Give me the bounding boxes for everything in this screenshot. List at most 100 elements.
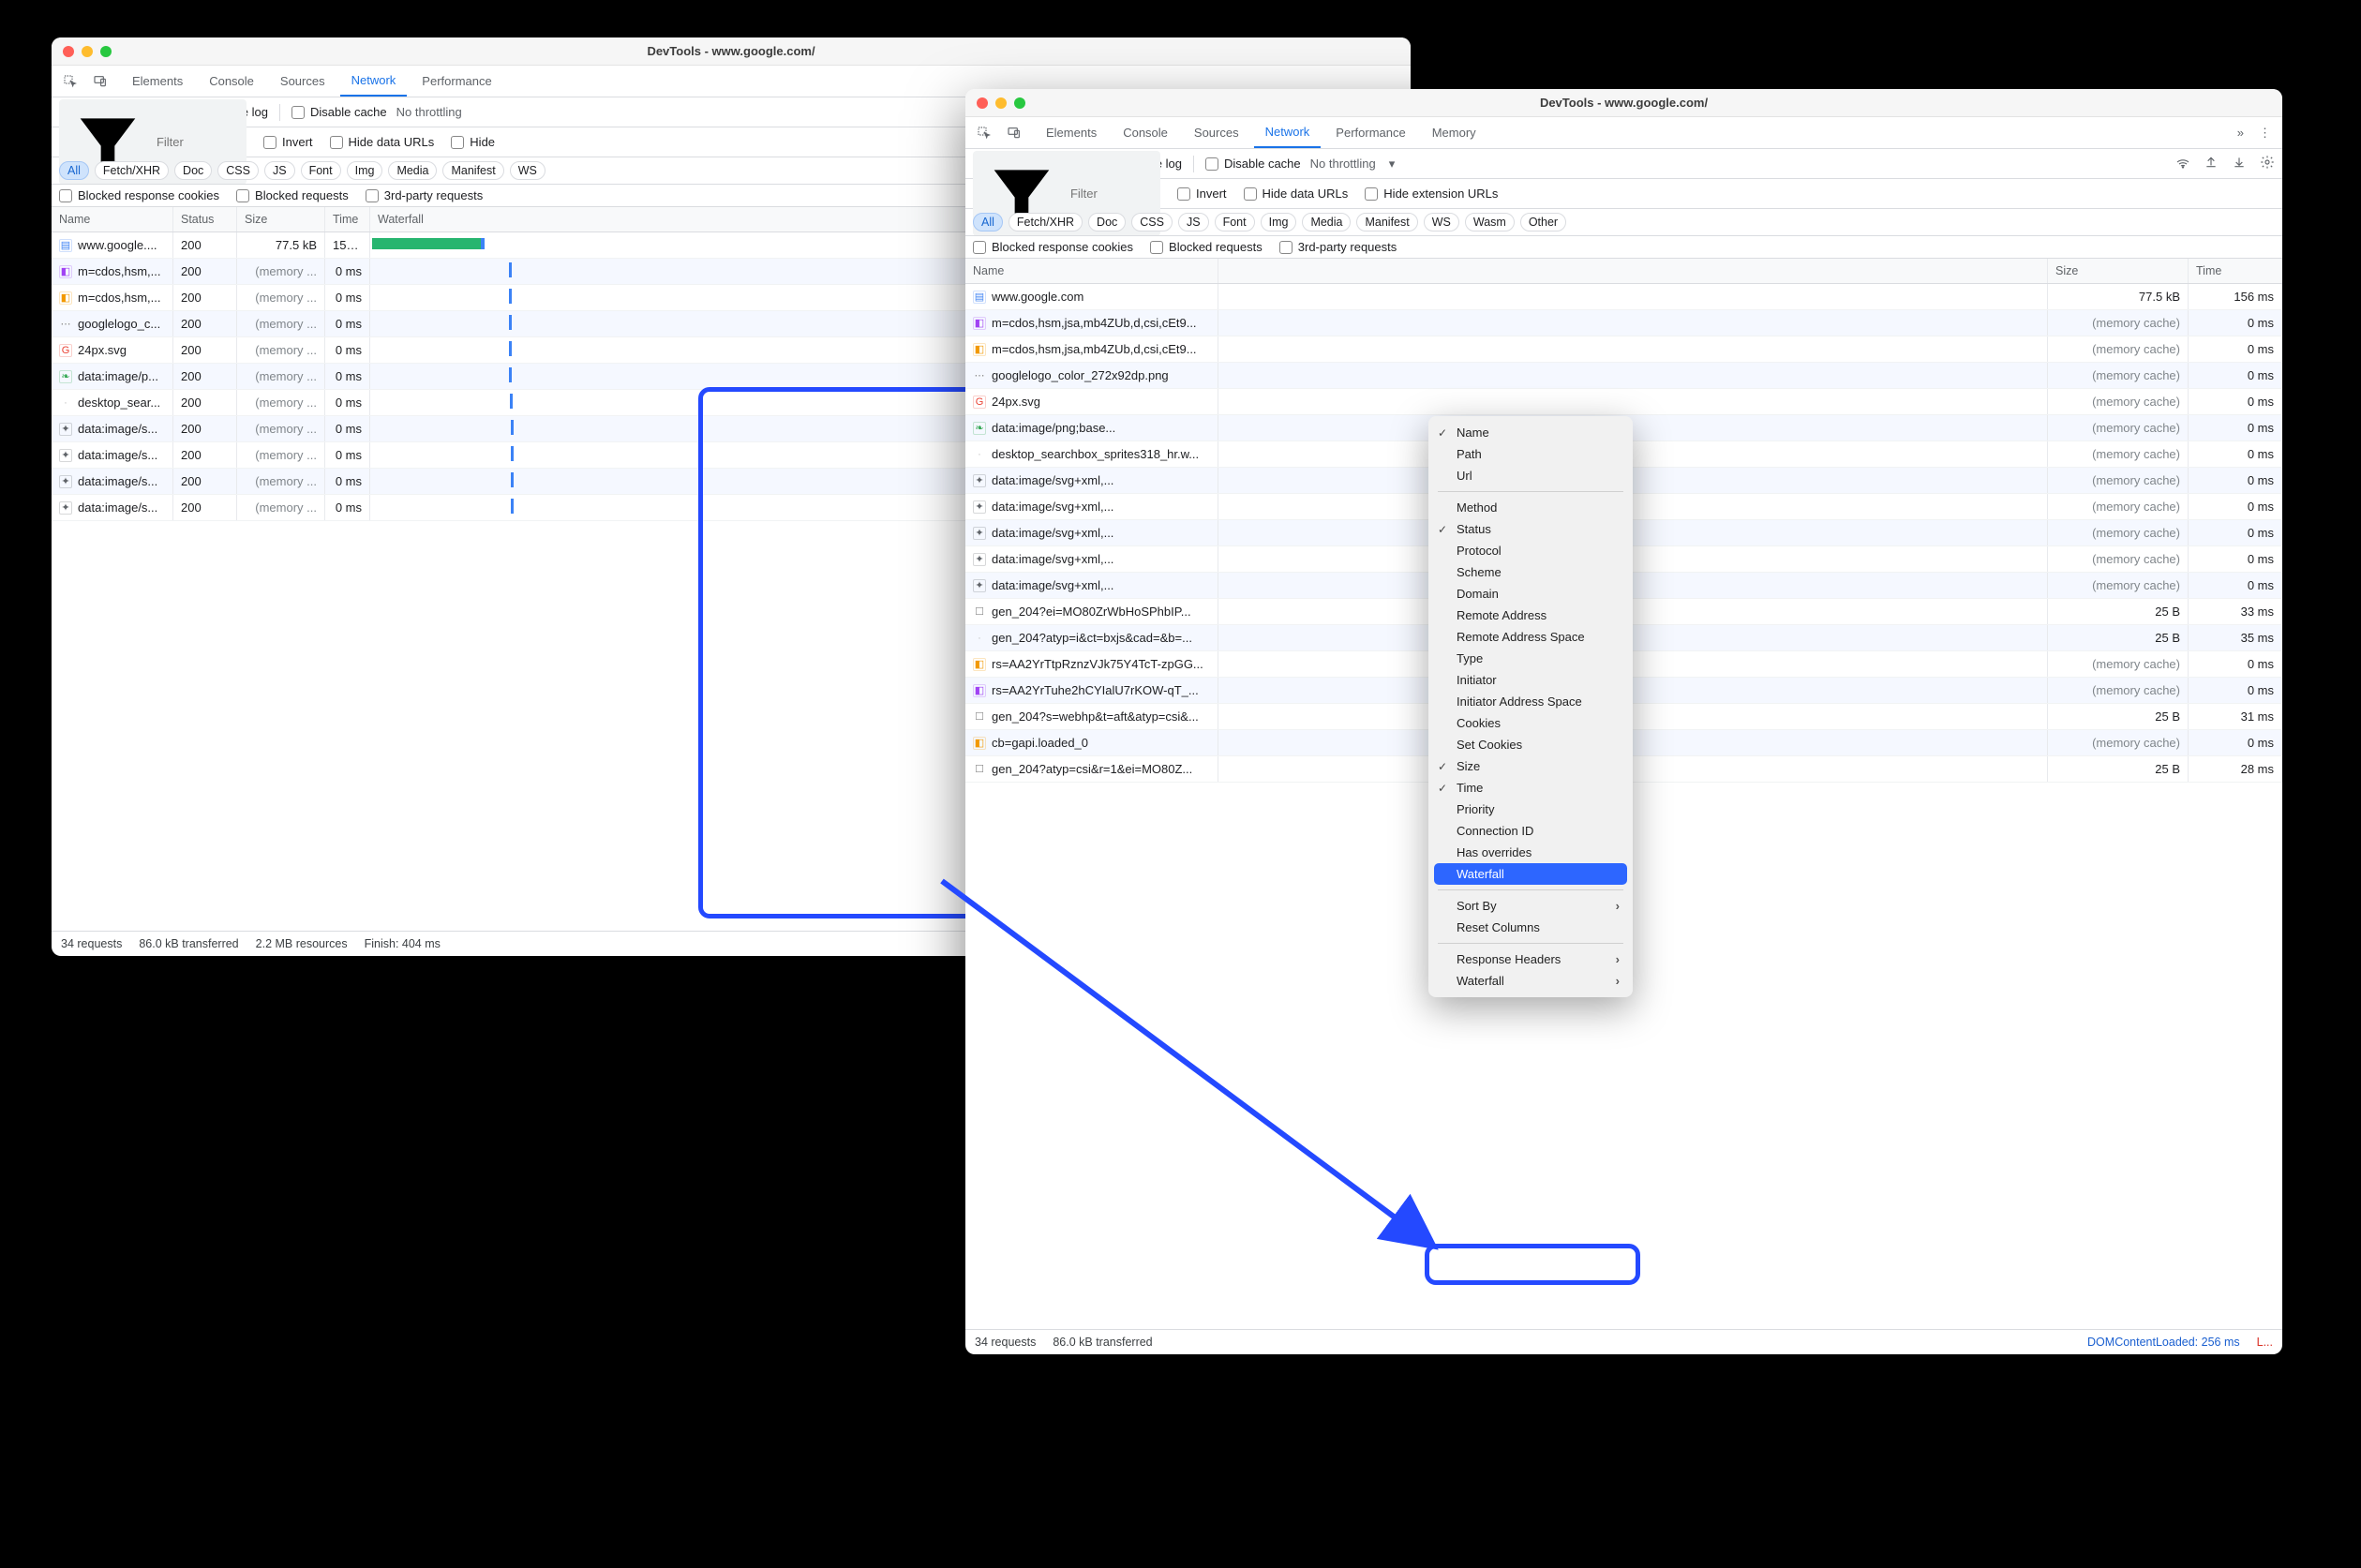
menu-item-response-headers[interactable]: Response Headers (1428, 948, 1633, 970)
disable-cache-check[interactable]: Disable cache (1205, 157, 1301, 171)
chip-font[interactable]: Font (301, 161, 341, 180)
menu-item-initiator[interactable]: Initiator (1428, 669, 1633, 691)
minimize-icon[interactable] (82, 46, 93, 57)
blocked-response-check[interactable]: Blocked response cookies (59, 188, 219, 202)
third-party-check[interactable]: 3rd-party requests (366, 188, 484, 202)
tab-network[interactable]: Network (340, 66, 408, 97)
chip-img[interactable]: Img (347, 161, 383, 180)
menu-item-protocol[interactable]: Protocol (1428, 540, 1633, 561)
throttling-select[interactable]: No throttling (1310, 157, 1376, 171)
gear-icon[interactable] (2260, 155, 2275, 172)
col-name[interactable]: Name (965, 259, 1218, 283)
network-conditions-icon[interactable] (2175, 155, 2190, 172)
chip-all[interactable]: All (973, 213, 1003, 231)
hide-ext-urls-check[interactable]: Hide extension URLs (1365, 187, 1498, 201)
menu-item-waterfall[interactable]: Waterfall (1434, 863, 1627, 885)
table-row[interactable]: G24px.svg(memory cache)0 ms (965, 389, 2282, 415)
tab-sources[interactable]: Sources (1183, 117, 1250, 148)
chip-ws[interactable]: WS (510, 161, 545, 180)
titlebar[interactable]: DevTools - www.google.com/ (52, 37, 1411, 66)
chip-doc[interactable]: Doc (174, 161, 212, 180)
header-context-menu[interactable]: NamePathUrl MethodStatusProtocolSchemeDom… (1428, 416, 1633, 997)
chip-manifest[interactable]: Manifest (442, 161, 503, 180)
tab-elements[interactable]: Elements (1035, 117, 1108, 148)
menu-item-cookies[interactable]: Cookies (1428, 712, 1633, 734)
kebab-icon[interactable]: ⋮ (2259, 126, 2271, 141)
table-row[interactable]: ⋯googlelogo_color_272x92dp.png(memory ca… (965, 363, 2282, 389)
hide-data-urls-check[interactable]: Hide data URLs (1244, 187, 1349, 201)
tab-performance[interactable]: Performance (411, 66, 502, 97)
col-size[interactable]: Size (237, 207, 325, 231)
third-party-check[interactable]: 3rd-party requests (1279, 240, 1397, 254)
menu-item-method[interactable]: Method (1428, 497, 1633, 518)
tab-console[interactable]: Console (1112, 117, 1179, 148)
chip-img[interactable]: Img (1261, 213, 1297, 231)
blocked-response-check[interactable]: Blocked response cookies (973, 240, 1133, 254)
chip-doc[interactable]: Doc (1088, 213, 1126, 231)
disable-cache-check[interactable]: Disable cache (291, 105, 387, 119)
col-name[interactable]: Name (52, 207, 173, 231)
throttling-label[interactable]: No throttling (396, 105, 462, 119)
menu-item-waterfall[interactable]: Waterfall (1428, 970, 1633, 992)
blocked-requests-check[interactable]: Blocked requests (236, 188, 349, 202)
menu-item-path[interactable]: Path (1428, 443, 1633, 465)
menu-item-connection-id[interactable]: Connection ID (1428, 820, 1633, 842)
chip-wasm[interactable]: Wasm (1465, 213, 1515, 231)
filter-input[interactable] (155, 134, 239, 150)
tab-console[interactable]: Console (198, 66, 265, 97)
download-icon[interactable] (2232, 155, 2247, 172)
hide-data-urls-check[interactable]: Hide data URLs (330, 135, 435, 149)
more-tabs-icon[interactable]: » (2237, 126, 2244, 140)
menu-item-status[interactable]: Status (1428, 518, 1633, 540)
device-icon[interactable] (87, 74, 113, 89)
menu-item-time[interactable]: Time (1428, 777, 1633, 799)
invert-check[interactable]: Invert (1177, 187, 1227, 201)
inspect-icon[interactable] (971, 126, 997, 141)
menu-item-priority[interactable]: Priority (1428, 799, 1633, 820)
menu-item-scheme[interactable]: Scheme (1428, 561, 1633, 583)
col-time[interactable]: Time (2189, 259, 2282, 283)
menu-item-remote-address-space[interactable]: Remote Address Space (1428, 626, 1633, 648)
zoom-icon[interactable] (100, 46, 112, 57)
chip-js[interactable]: JS (1178, 213, 1209, 231)
chip-fetchxhr[interactable]: Fetch/XHR (95, 161, 169, 180)
menu-item-reset-columns[interactable]: Reset Columns (1428, 917, 1633, 938)
inspect-icon[interactable] (57, 74, 83, 89)
chip-js[interactable]: JS (264, 161, 295, 180)
menu-item-has-overrides[interactable]: Has overrides (1428, 842, 1633, 863)
menu-item-url[interactable]: Url (1428, 465, 1633, 486)
chip-css[interactable]: CSS (217, 161, 259, 180)
tab-sources[interactable]: Sources (269, 66, 336, 97)
menu-item-type[interactable]: Type (1428, 648, 1633, 669)
chip-ws[interactable]: WS (1424, 213, 1459, 231)
hide-short-check[interactable]: Hide (451, 135, 495, 149)
chip-css[interactable]: CSS (1131, 213, 1173, 231)
col-time[interactable]: Time (325, 207, 370, 231)
invert-check[interactable]: Invert (263, 135, 313, 149)
zoom-icon[interactable] (1014, 97, 1025, 109)
chip-font[interactable]: Font (1215, 213, 1255, 231)
chip-media[interactable]: Media (1302, 213, 1351, 231)
chip-all[interactable]: All (59, 161, 89, 180)
upload-icon[interactable] (2204, 155, 2219, 172)
chevron-down-icon[interactable]: ▾ (1389, 157, 1396, 172)
close-icon[interactable] (977, 97, 988, 109)
table-row[interactable]: ◧m=cdos,hsm,jsa,mb4ZUb,d,csi,cEt9...(mem… (965, 310, 2282, 336)
table-row[interactable]: ▤www.google.com77.5 kB156 ms (965, 284, 2282, 310)
device-icon[interactable] (1001, 126, 1027, 141)
grid-header[interactable]: Name Size Time (965, 259, 2282, 284)
menu-item-name[interactable]: Name (1428, 422, 1633, 443)
titlebar[interactable]: DevTools - www.google.com/ (965, 89, 2282, 117)
filter-input[interactable] (1068, 186, 1153, 202)
menu-item-domain[interactable]: Domain (1428, 583, 1633, 605)
chip-manifest[interactable]: Manifest (1356, 213, 1417, 231)
blocked-requests-check[interactable]: Blocked requests (1150, 240, 1263, 254)
tab-elements[interactable]: Elements (121, 66, 194, 97)
tab-memory[interactable]: Memory (1421, 117, 1487, 148)
menu-item-remote-address[interactable]: Remote Address (1428, 605, 1633, 626)
tab-network[interactable]: Network (1254, 117, 1322, 148)
menu-item-size[interactable]: Size (1428, 755, 1633, 777)
tab-performance[interactable]: Performance (1324, 117, 1416, 148)
menu-item-sort-by[interactable]: Sort By (1428, 895, 1633, 917)
menu-item-initiator-address-space[interactable]: Initiator Address Space (1428, 691, 1633, 712)
